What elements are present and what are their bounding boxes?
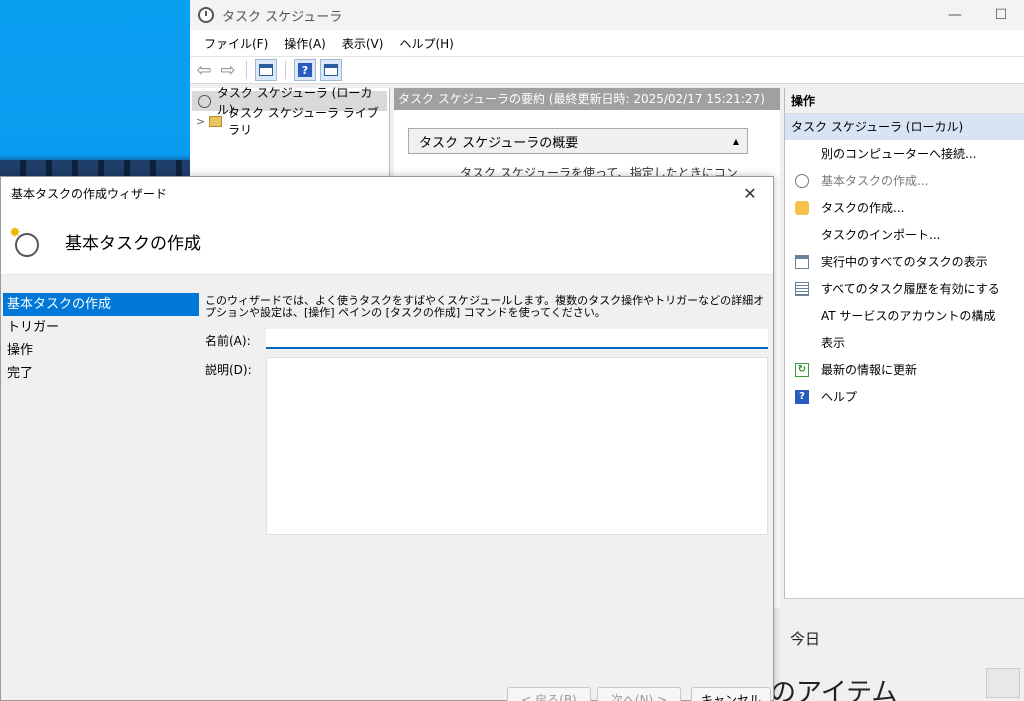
basic-task-wizard-dialog: 基本タスクの作成ウィザード ✕ ✸ 基本タスクの作成 基本タスクの作成 トリガー… (0, 176, 774, 701)
toolbar: ⇦ ⇨ ? (190, 56, 1024, 84)
name-input[interactable] (266, 329, 768, 349)
help-button[interactable]: ? (294, 59, 316, 81)
action-label: 基本タスクの作成... (821, 174, 929, 188)
window-title: タスク スケジューラ (222, 9, 343, 25)
cancel-button[interactable]: キャンセル (691, 687, 771, 701)
show-console-tree-button[interactable] (255, 59, 277, 81)
action-pane-icon (324, 64, 338, 76)
overview-title: タスク スケジューラの概要 (419, 135, 579, 151)
close-icon[interactable]: ✕ (727, 177, 773, 209)
action-show-running-tasks[interactable]: 実行中のすべてのタスクの表示 (785, 248, 1024, 275)
title-bar: タスク スケジューラ — ☐ (190, 0, 1024, 30)
step-create-basic-task[interactable]: 基本タスクの作成 (3, 293, 199, 316)
menu-action[interactable]: 操作(A) (276, 33, 334, 54)
action-label: タスクのインポート... (821, 228, 941, 242)
forward-arrow-icon[interactable]: ⇨ (218, 60, 238, 81)
back-arrow-icon[interactable]: ⇦ (194, 60, 214, 81)
action-enable-history[interactable]: すべてのタスク履歴を有効にする (785, 275, 1024, 302)
folder-icon (208, 115, 222, 127)
action-label: タスクの作成... (821, 201, 905, 215)
actions-pane: 操作 タスク スケジューラ (ローカル) 別のコンピューターへ接続... 基本タ… (784, 88, 1024, 598)
action-label: 実行中のすべてのタスクの表示 (821, 255, 988, 269)
tree-item-label: タスク スケジューラ ライブラリ (227, 106, 379, 137)
action-at-service-account[interactable]: AT サービスのアカウントの構成 (785, 302, 1024, 329)
menu-file[interactable]: ファイル(F) (196, 33, 276, 54)
show-action-pane-button[interactable] (320, 59, 342, 81)
console-tree-icon (259, 64, 273, 76)
list-icon (795, 254, 809, 269)
step-action[interactable]: 操作 (3, 339, 199, 362)
caret-up-icon: ▲ (732, 136, 739, 146)
minimize-button[interactable]: — (932, 0, 978, 30)
chevron-right-icon[interactable]: > (196, 115, 209, 128)
thumbnail-image (986, 668, 1020, 698)
items-heading: のアイテム (770, 678, 898, 701)
summary-header: タスク スケジューラの要約 (最終更新日時: 2025/02/17 15:21:… (394, 88, 780, 110)
next-button[interactable]: 次へ(N) > (597, 687, 681, 701)
action-refresh[interactable]: ↻ 最新の情報に更新 (785, 356, 1024, 383)
wizard-header: ✸ 基本タスクの作成 (1, 209, 773, 275)
blank-icon (795, 336, 809, 350)
name-label: 名前(A): (205, 334, 251, 348)
action-label: 別のコンピューターへ接続... (821, 147, 977, 161)
step-finish[interactable]: 完了 (3, 362, 199, 385)
description-input[interactable] (266, 357, 768, 535)
wizard-description: このウィザードでは、よく使うタスクをすばやくスケジュールします。複数のタスク操作… (205, 294, 765, 319)
help-icon: ? (298, 63, 312, 77)
wizard-heading: 基本タスクの作成 (65, 234, 201, 254)
action-help[interactable]: ? ヘルプ (785, 383, 1024, 410)
description-label: 説明(D): (205, 363, 252, 377)
help-icon: ? (795, 389, 809, 404)
action-import-task[interactable]: タスクのインポート... (785, 221, 1024, 248)
blank-icon (795, 309, 809, 323)
step-trigger[interactable]: トリガー (3, 316, 199, 339)
blank-icon (795, 228, 809, 242)
action-label: 表示 (821, 336, 846, 350)
wizard-steps: 基本タスクの作成 トリガー 操作 完了 (3, 293, 199, 385)
menu-help[interactable]: ヘルプ(H) (391, 33, 461, 54)
action-label: AT サービスのアカウントの構成 (821, 309, 996, 323)
new-task-icon: ✸ (9, 225, 41, 257)
action-view[interactable]: 表示 (785, 329, 1024, 356)
wizard-title-bar: 基本タスクの作成ウィザード ✕ (1, 177, 773, 209)
toolbar-separator (285, 61, 286, 79)
action-label: すべてのタスク履歴を有効にする (821, 282, 1000, 296)
action-connect-computer[interactable]: 別のコンピューターへ接続... (785, 140, 1024, 167)
back-button[interactable]: < 戻る(B) (507, 687, 591, 701)
action-create-task[interactable]: タスクの作成... (785, 194, 1024, 221)
blank-icon (795, 147, 809, 161)
history-icon (795, 281, 809, 296)
clock-icon (795, 173, 809, 188)
action-create-basic-task[interactable]: 基本タスクの作成... (785, 167, 1024, 194)
wizard-title: 基本タスクの作成ウィザード (11, 186, 168, 201)
menu-bar: ファイル(F) 操作(A) 表示(V) ヘルプ(H) (190, 30, 1024, 56)
toolbar-separator (246, 61, 247, 79)
action-label: 最新の情報に更新 (821, 363, 918, 377)
menu-view[interactable]: 表示(V) (334, 33, 392, 54)
maximize-button[interactable]: ☐ (978, 0, 1024, 30)
actions-scrollbar[interactable] (784, 598, 1024, 622)
actions-header: 操作 (785, 88, 1024, 114)
actions-subheader[interactable]: タスク スケジューラ (ローカル) (785, 114, 1024, 140)
schedule-icon (795, 200, 809, 215)
clock-icon (198, 94, 211, 108)
action-label: ヘルプ (821, 390, 858, 404)
refresh-icon: ↻ (795, 362, 809, 377)
clock-icon (198, 7, 214, 23)
overview-section-header[interactable]: タスク スケジューラの概要 ▲ (408, 128, 748, 154)
today-label: 今日 (790, 630, 821, 648)
